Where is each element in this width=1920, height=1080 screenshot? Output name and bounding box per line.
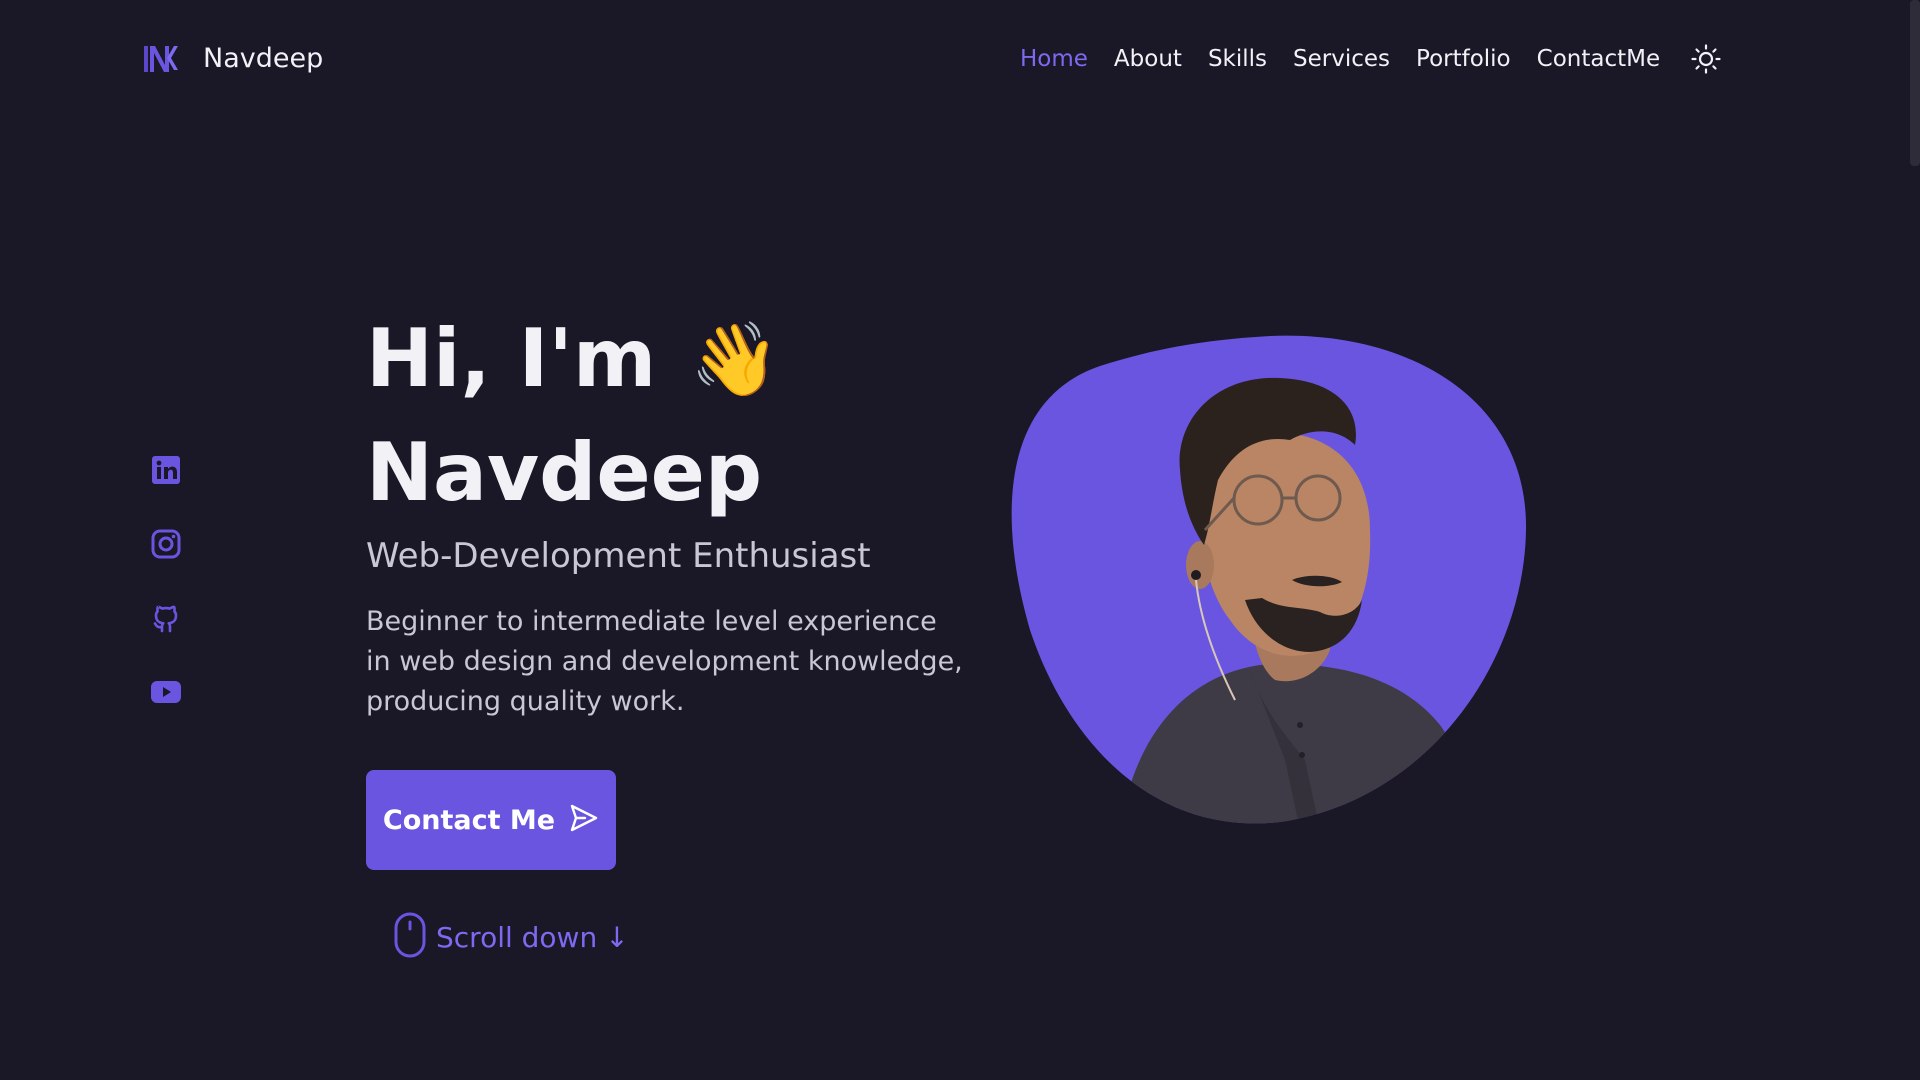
- scroll-down-label: Scroll down: [436, 920, 598, 954]
- sun-icon[interactable]: [1690, 43, 1722, 75]
- arrow-down-icon: ↓: [605, 920, 629, 954]
- nav-home[interactable]: Home: [1020, 42, 1088, 76]
- nav-skills[interactable]: Skills: [1208, 42, 1267, 76]
- scrollbar-thumb[interactable]: [1910, 0, 1920, 166]
- greeting-text: Hi, I'm: [366, 312, 657, 405]
- scroll-down-link[interactable]: Scroll down ↓: [394, 912, 629, 962]
- contact-me-label: Contact Me: [382, 804, 556, 836]
- send-icon: [569, 803, 599, 837]
- nav-portfolio[interactable]: Portfolio: [1416, 42, 1511, 76]
- nk-logo-icon[interactable]: [141, 40, 179, 78]
- profile-portrait: [1000, 330, 1540, 830]
- youtube-icon[interactable]: [150, 676, 184, 710]
- main-nav: Home About Skills Services Portfolio Con…: [1020, 42, 1722, 76]
- page: Navdeep Home About Skills Services Portf…: [0, 0, 1920, 1080]
- page-scrollbar[interactable]: [1910, 0, 1920, 1080]
- hero-greeting: Hi, I'm 👋: [366, 300, 986, 418]
- nav-contactme[interactable]: ContactMe: [1537, 42, 1660, 76]
- waving-hand-icon: 👋: [690, 317, 780, 401]
- contact-me-button[interactable]: Contact Me: [366, 770, 616, 870]
- hero-subtitle: Web-Development Enthusiast: [366, 536, 871, 576]
- mouse-icon: [394, 912, 426, 962]
- hero-text: Hi, I'm 👋 Navdeep Web-Development Enthus…: [366, 300, 986, 722]
- hero-description: Beginner to intermediate level experienc…: [366, 606, 963, 717]
- github-icon[interactable]: [150, 602, 184, 636]
- brand-name[interactable]: Navdeep: [203, 42, 323, 76]
- social-links: [150, 454, 186, 750]
- hero-name: Navdeep: [366, 426, 763, 519]
- nav-services[interactable]: Services: [1293, 42, 1390, 76]
- linkedin-icon[interactable]: [150, 454, 184, 488]
- header: Navdeep Home About Skills Services Portf…: [0, 0, 1920, 118]
- nav-about[interactable]: About: [1114, 42, 1182, 76]
- instagram-icon[interactable]: [150, 528, 184, 562]
